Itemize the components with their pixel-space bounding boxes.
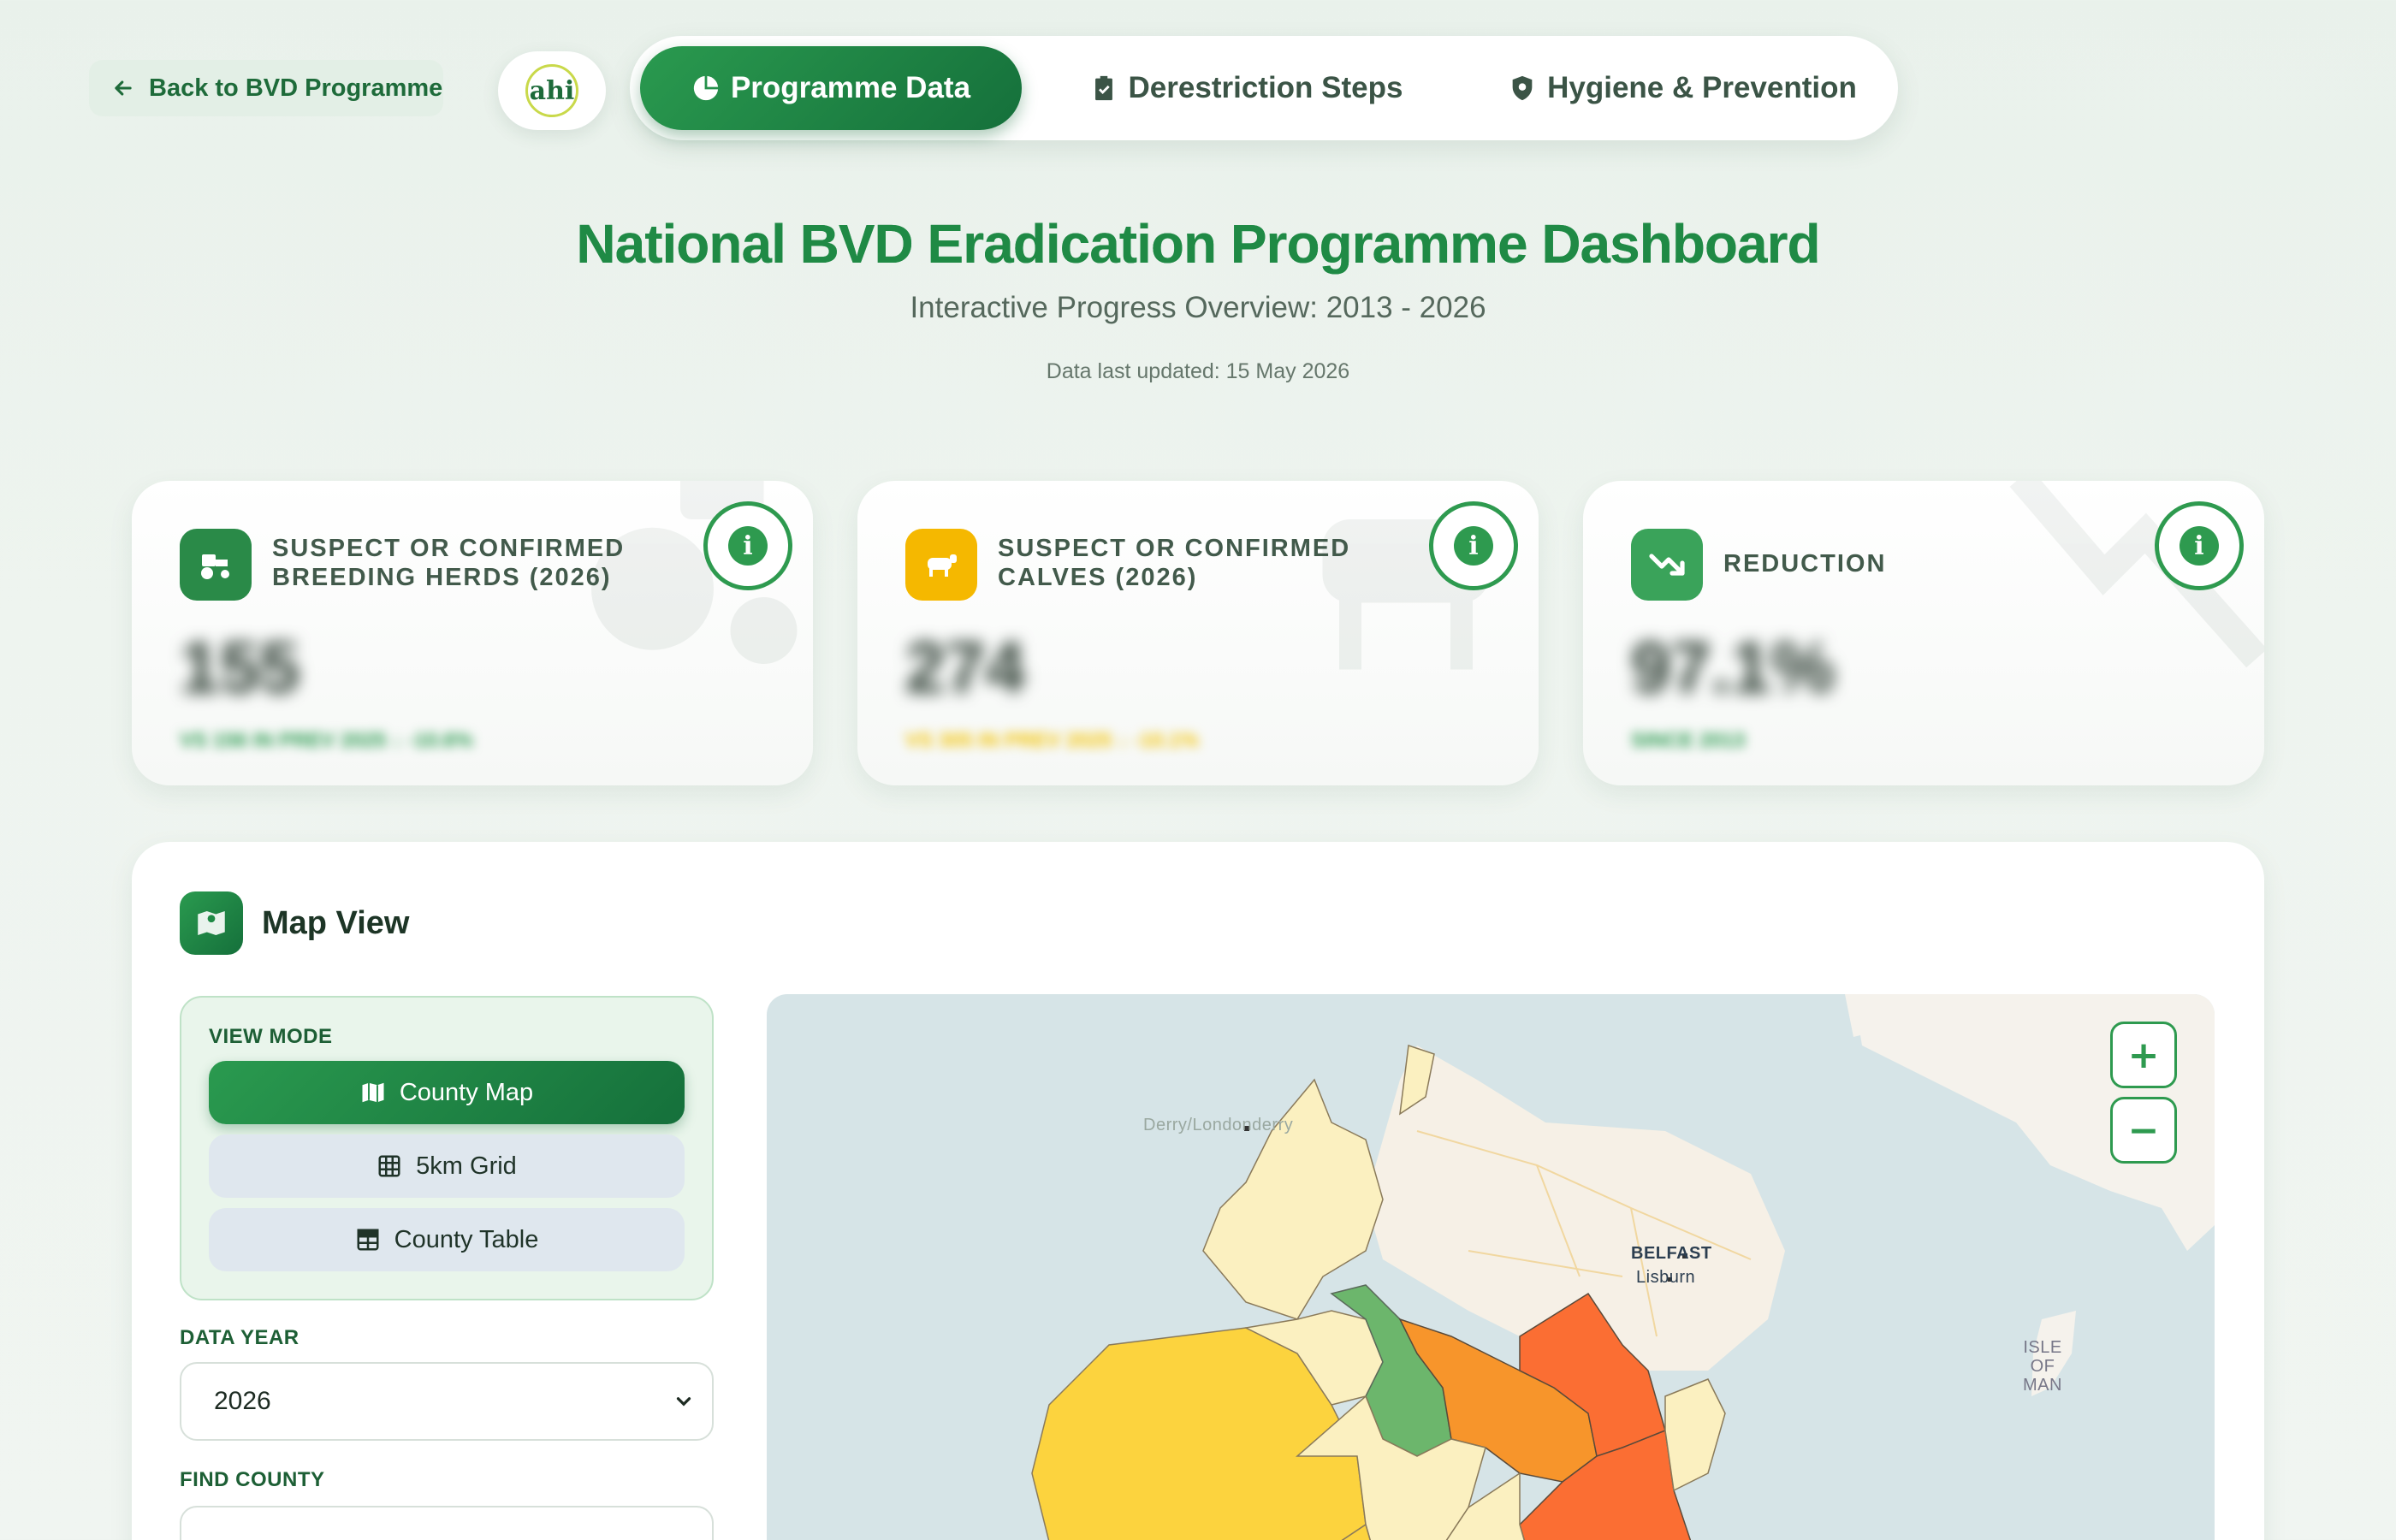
map-pin-icon-badge (180, 891, 243, 955)
last-updated: Data last updated: 15 May 2026 (1046, 359, 1350, 383)
info-button[interactable]: i (703, 501, 792, 590)
view-mode-label: VIEW MODE (209, 1025, 333, 1048)
trend-down-icon (1649, 554, 1685, 576)
back-to-programme-button[interactable]: Back to BVD Programme (89, 60, 443, 116)
tab-label: Hygiene & Prevention (1547, 71, 1857, 104)
table-icon (357, 1229, 379, 1251)
view-mode-group: VIEW MODE County Map 5km Grid County Tab… (180, 996, 714, 1300)
cow-icon-badge (905, 529, 977, 601)
map-label-lisburn: Lisburn (1636, 1268, 1696, 1287)
map-pin-icon (198, 911, 225, 935)
info-icon: i (2180, 526, 2219, 566)
map-view-panel: Map View VIEW MODE County Map 5km Grid C… (132, 842, 2264, 1540)
5km-grid-label: 5km Grid (416, 1152, 517, 1180)
grid-icon (378, 1155, 400, 1177)
chevron-down-icon (676, 1397, 691, 1407)
tab-label: Derestriction Steps (1128, 71, 1403, 104)
data-year-select[interactable]: 2026 (180, 1362, 714, 1441)
info-button[interactable]: i (1429, 501, 1518, 590)
find-county-select[interactable] (180, 1506, 714, 1540)
5km-grid-button[interactable]: 5km Grid (209, 1134, 685, 1198)
data-year-label: DATA YEAR (180, 1326, 300, 1349)
stat-label: SUSPECT OR CONFIRMED BREEDING HERDS (202… (272, 535, 626, 591)
map-label-belfast: BELFAST (1631, 1244, 1712, 1263)
tractor-icon-badge (180, 529, 252, 601)
clipboard-check-icon (1094, 75, 1112, 101)
logo-mark: ahi (525, 64, 578, 117)
stat-card-calves: SUSPECT OR CONFIRMED CALVES (2026) i 274… (857, 481, 1539, 785)
tab-derestriction-steps[interactable]: Derestriction Steps (1032, 46, 1460, 130)
stat-value: 97.1% (1631, 627, 1836, 708)
back-button-label: Back to BVD Programme (149, 74, 443, 102)
tab-label: Programme Data (730, 71, 971, 104)
county-table-button[interactable]: County Table (209, 1208, 685, 1271)
info-button[interactable]: i (2155, 501, 2244, 590)
tractor-icon (201, 554, 229, 579)
stat-value: 155 (180, 627, 300, 708)
info-icon: i (1454, 526, 1493, 566)
stat-card-breeding-herds: SUSPECT OR CONFIRMED BREEDING HERDS (202… (132, 481, 813, 785)
stat-subtext: VS 305 IN PREV 2025 ↓ -10.1% (905, 729, 1199, 752)
tab-hygiene-prevention[interactable]: Hygiene & Prevention (1477, 46, 1888, 130)
county-table-label: County Table (394, 1225, 539, 1253)
shield-icon (1512, 75, 1533, 101)
stat-card-reduction: REDUCTION i 97.1% SINCE 2013 (1583, 481, 2264, 785)
info-icon: i (728, 526, 768, 566)
stat-subtext: VS 156 IN PREV 2025 ↓ -10.6% (180, 729, 473, 752)
zoom-in-button[interactable]: + (2110, 1022, 2177, 1088)
data-year-value: 2026 (214, 1387, 271, 1415)
cow-icon (928, 554, 957, 577)
county-map-label: County Map (399, 1078, 534, 1106)
stat-label: SUSPECT OR CONFIRMED CALVES (2026) (998, 535, 1351, 591)
zoom-out-button[interactable]: − (2110, 1097, 2177, 1164)
map-icon (362, 1082, 384, 1103)
map-canvas (1031, 994, 2215, 1540)
arrow-left-icon (115, 80, 132, 96)
county-map[interactable]: Derry/Londonderry BELFAST Lisburn ISLE O… (767, 994, 2215, 1540)
map-label-derry: Derry/Londonderry (1143, 1116, 1294, 1134)
ahi-logo[interactable]: ahi (498, 51, 606, 130)
tab-programme-data[interactable]: Programme Data (640, 46, 1022, 130)
main-tabs: Programme Data Derestriction Steps Hygie… (630, 36, 1898, 140)
stat-value: 274 (905, 627, 1026, 708)
county-map-button[interactable]: County Map (209, 1061, 685, 1124)
page-title: National BVD Eradication Programme Dashb… (0, 212, 2396, 275)
map-label-isle-of-man: ISLE OF MAN (2023, 1338, 2062, 1395)
page-subtitle: Interactive Progress Overview: 2013 - 20… (910, 291, 1486, 324)
trend-down-icon-badge (1631, 529, 1703, 601)
find-county-label: FIND COUNTY (180, 1468, 325, 1491)
stat-label: REDUCTION (1723, 550, 1887, 578)
map-view-title: Map View (262, 905, 410, 941)
stat-subtext: SINCE 2013 (1631, 729, 1746, 752)
pie-chart-icon (693, 75, 719, 101)
